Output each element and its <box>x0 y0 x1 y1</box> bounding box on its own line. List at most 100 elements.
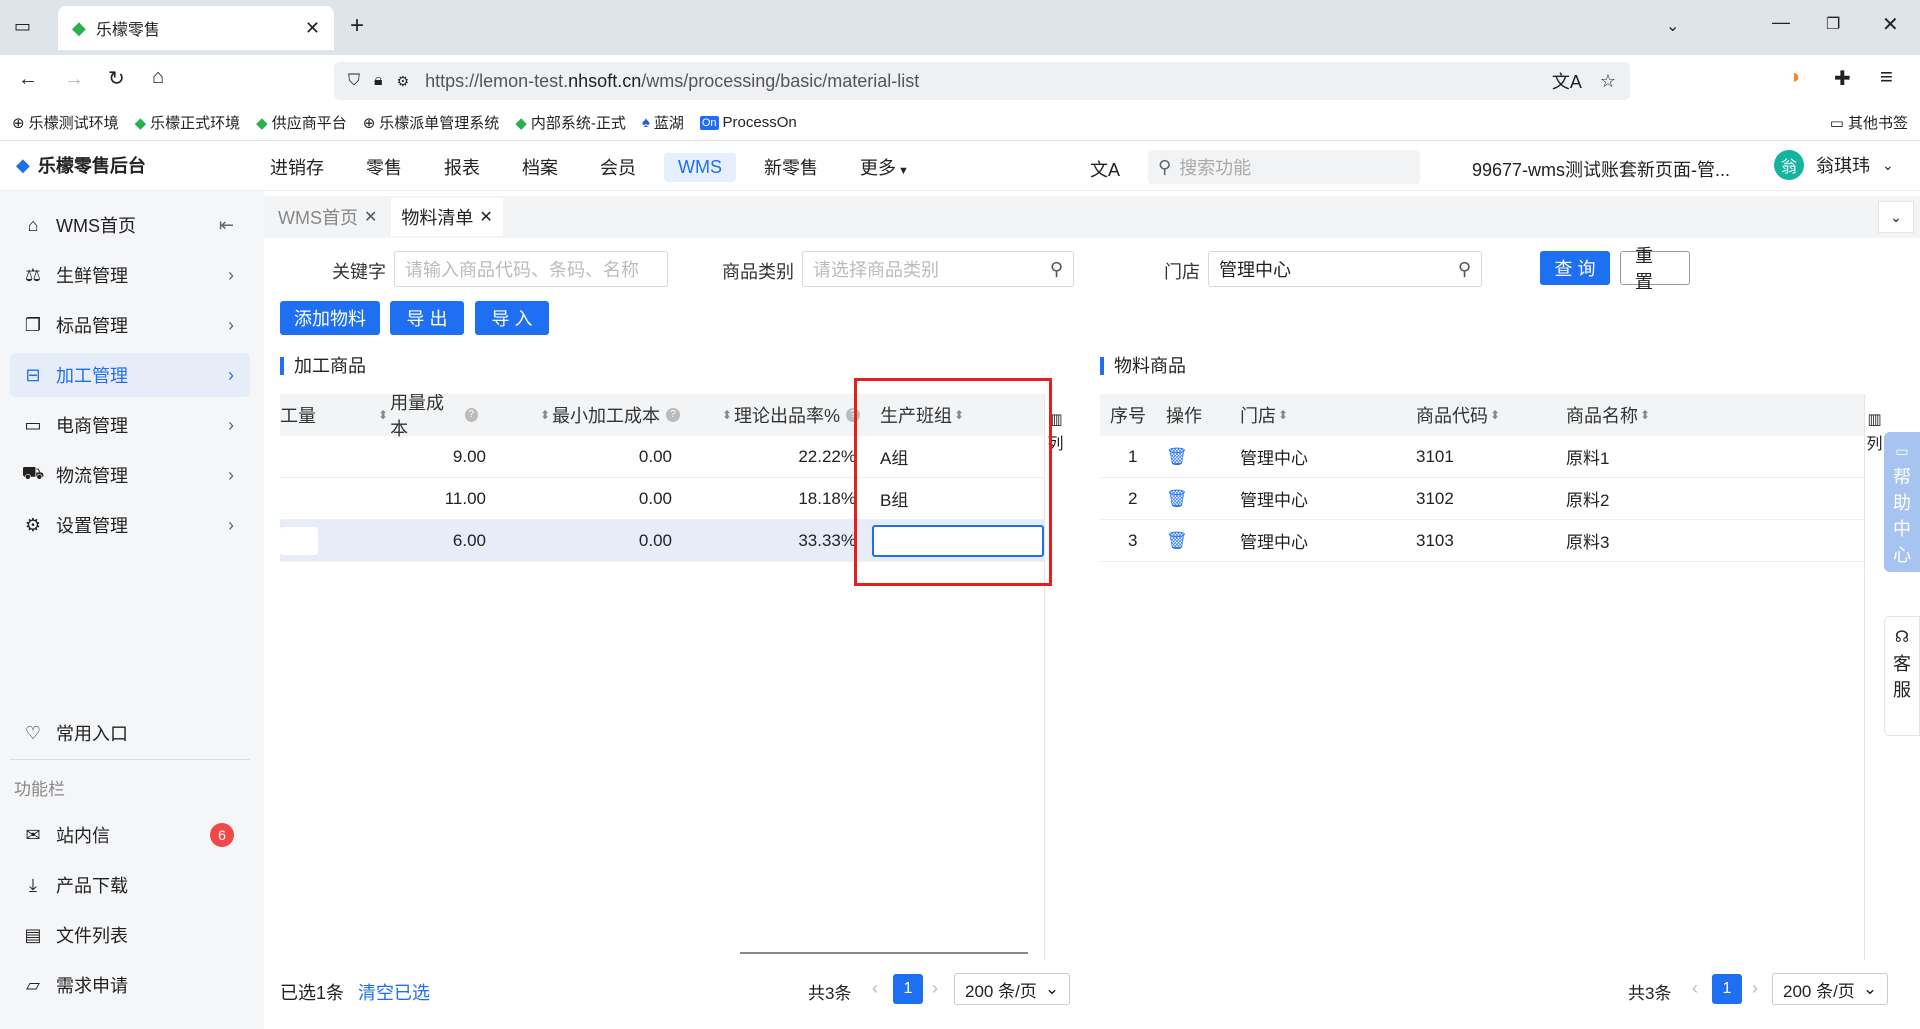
truck-icon: ⛟ <box>21 463 45 483</box>
browser-tab[interactable]: ◆ 乐檬零售 ✕ <box>58 6 334 50</box>
sidebar-item-files[interactable]: ▤ 文件列表 <box>10 913 250 957</box>
sidebar-item-requests[interactable]: ▱ 需求申请 <box>10 963 250 1007</box>
right-page-number[interactable]: 1 <box>1712 974 1742 1004</box>
sort-icon: ⬍ <box>721 408 732 422</box>
nav-wms[interactable]: WMS <box>664 152 736 182</box>
sidebar-favorites[interactable]: ♡ 常用入口 <box>10 711 250 755</box>
help-center-button[interactable]: ▭ 帮 助 中 心 <box>1884 432 1920 572</box>
app-logo[interactable]: ◆ 乐檬零售后台 <box>16 152 146 178</box>
new-tab-icon[interactable]: + <box>350 12 364 40</box>
next-page-icon[interactable]: › <box>1752 978 1758 999</box>
left-page-number[interactable]: 1 <box>893 974 923 1004</box>
home-icon[interactable]: ⌂ <box>152 66 164 89</box>
next-page-icon[interactable]: › <box>932 978 938 999</box>
query-button[interactable]: 查 询 <box>1540 251 1610 285</box>
tab-wms-home[interactable]: WMS首页 ✕ <box>268 198 387 236</box>
import-button[interactable]: 导 入 <box>475 301 549 335</box>
nav-reports[interactable]: 报表 <box>430 150 494 184</box>
close-icon[interactable]: ✕ <box>479 207 492 227</box>
nav-more[interactable]: 更多 ▼ <box>846 150 923 184</box>
keyword-input[interactable]: 请输入商品代码、条码、名称 <box>394 251 668 287</box>
table-row[interactable]: 1 🗑︎ 管理中心 3101 原料1 <box>1100 436 1864 478</box>
reset-button[interactable]: 重 置 <box>1620 246 1690 292</box>
forward-icon[interactable]: → <box>64 68 84 91</box>
sidebar-item-inbox[interactable]: ✉ 站内信 6 <box>10 813 250 857</box>
bookmark-item[interactable]: ◆ 乐檬正式环境 <box>135 112 241 133</box>
left-page-size-select[interactable]: 200 条/页 ⌄ <box>954 973 1071 1005</box>
account-icon[interactable]: ◑ <box>1788 66 1800 89</box>
tab-overflow-chevron-icon[interactable]: ⌄ <box>1666 16 1679 36</box>
help-icon[interactable]: ? <box>666 408 680 422</box>
tab-list-icon[interactable]: ▭ <box>14 16 31 37</box>
sidebar-item-standard[interactable]: ❐ 标品管理 › <box>10 303 250 347</box>
back-icon[interactable]: ← <box>18 68 38 91</box>
bookmark-item[interactable]: ◆ 内部系统-正式 <box>515 112 626 133</box>
search-icon: ⚲ <box>1457 258 1471 279</box>
reload-icon[interactable]: ↻ <box>108 66 125 91</box>
add-material-button[interactable]: 添加物料 <box>280 301 380 335</box>
bookmark-item[interactable]: ♠ 蓝湖 <box>642 112 684 133</box>
shield-icon[interactable]: ⛉ <box>348 72 360 90</box>
customer-service-button[interactable]: ☊ 客 服 <box>1884 616 1920 736</box>
restore-icon[interactable]: ❐ <box>1826 14 1840 34</box>
table-row[interactable]: 2 🗑︎ 管理中心 3102 原料2 <box>1100 478 1864 520</box>
col-store[interactable]: 门店 ⬍ <box>1240 394 1290 436</box>
sidebar-item-fresh[interactable]: ⚖ 生鲜管理 › <box>10 253 250 297</box>
tabs-dropdown-icon[interactable]: ⌄ <box>1878 201 1914 233</box>
sidebar-item-settings[interactable]: ⚙ 设置管理 › <box>10 503 250 547</box>
bookmark-star-icon[interactable]: ☆ <box>1600 71 1616 92</box>
function-search-input[interactable]: ⚲ 搜索功能 <box>1148 150 1420 184</box>
cell-partial-input[interactable] <box>280 520 318 561</box>
sidebar-item-download[interactable]: ⤓ 产品下载 <box>10 863 250 907</box>
bookmark-item[interactable]: ⊕ 乐檬派单管理系统 <box>363 112 500 133</box>
extensions-icon[interactable]: ✚ <box>1834 66 1851 91</box>
help-icon[interactable]: ? <box>464 408 478 422</box>
translate-icon[interactable]: 文A <box>1090 156 1120 182</box>
export-button[interactable]: 导 出 <box>390 301 464 335</box>
permissions-icon[interactable]: ⚙ <box>397 73 410 90</box>
tab-material-list[interactable]: 物料清单 ✕ <box>391 198 503 236</box>
bookmark-item[interactable]: On ProcessOn <box>699 114 797 131</box>
table-row[interactable]: 3 🗑︎ 管理中心 3103 原料3 <box>1100 520 1864 562</box>
clear-selection-link[interactable]: 清空已选 <box>358 979 430 1005</box>
url-text[interactable]: https://lemon-test.nhsoft.cn/wms/process… <box>425 71 1552 92</box>
sidebar-item-processing[interactable]: ⊟ 加工管理 › <box>10 353 250 397</box>
category-select[interactable]: 请选择商品类别 ⚲ <box>802 251 1074 287</box>
sidebar-item-logistics[interactable]: ⛟ 物流管理 › <box>10 453 250 497</box>
collapse-sidebar-icon[interactable]: ⇤ <box>219 215 234 236</box>
menu-icon[interactable]: ≡ <box>1880 64 1893 90</box>
prev-page-icon[interactable]: ‹ <box>1692 978 1698 999</box>
store-select[interactable]: 管理中心 ⚲ <box>1208 251 1482 287</box>
sidebar-item-ecommerce[interactable]: ▭ 电商管理 › <box>10 403 250 447</box>
translate-icon[interactable]: 文A <box>1552 68 1582 94</box>
nav-members[interactable]: 会员 <box>586 150 650 184</box>
nav-inventory[interactable]: 进销存 <box>256 150 338 184</box>
col-product-code[interactable]: 商品代码 ⬍ <box>1416 394 1502 436</box>
col-yield-rate[interactable]: ⬍ 理论出品率%? <box>710 394 860 436</box>
delete-icon[interactable]: 🗑︎ <box>1166 520 1188 561</box>
right-table-column-settings[interactable]: ▥ 列 <box>1864 394 1884 960</box>
sidebar-item-wms-home[interactable]: ⌂ WMS首页 ⇤ <box>10 203 250 247</box>
col-usage-cost[interactable]: ⬍ 用量成本? <box>378 394 478 439</box>
bookmark-item[interactable]: ◆ 供应商平台 <box>256 112 347 133</box>
col-product-name[interactable]: 商品名称 ⬍ <box>1566 394 1652 436</box>
delete-icon[interactable]: 🗑︎ <box>1166 478 1188 519</box>
right-page-size-select[interactable]: 200 条/页 ⌄ <box>1772 973 1889 1005</box>
user-menu[interactable]: 翁 翁琪玮 ⌄ <box>1774 150 1894 180</box>
nav-retail[interactable]: 零售 <box>352 150 416 184</box>
close-tab-icon[interactable]: ✕ <box>305 18 320 39</box>
prev-page-icon[interactable]: ‹ <box>872 978 878 999</box>
col-min-cost[interactable]: ⬍ 最小加工成本? <box>530 394 680 436</box>
delete-icon[interactable]: 🗑︎ <box>1166 436 1188 477</box>
other-bookmarks[interactable]: ▭ 其他书签 <box>1830 112 1908 133</box>
lock-icon[interactable]: 🔒︎ <box>374 72 383 90</box>
account-name[interactable]: 99677-wms测试账套新页面-管... <box>1472 156 1730 182</box>
minimize-icon[interactable]: — <box>1772 12 1790 33</box>
address-bar[interactable]: ⛉ 🔒︎ ⚙ https://lemon-test.nhsoft.cn/wms/… <box>334 62 1630 100</box>
nav-new-retail[interactable]: 新零售 <box>750 150 832 184</box>
close-icon[interactable]: ✕ <box>364 207 377 227</box>
nav-archive[interactable]: 档案 <box>508 150 572 184</box>
bookmark-item[interactable]: ⊕ 乐檬测试环境 <box>12 112 119 133</box>
close-window-icon[interactable]: ✕ <box>1882 12 1899 37</box>
horizontal-scrollbar[interactable] <box>740 952 1028 954</box>
